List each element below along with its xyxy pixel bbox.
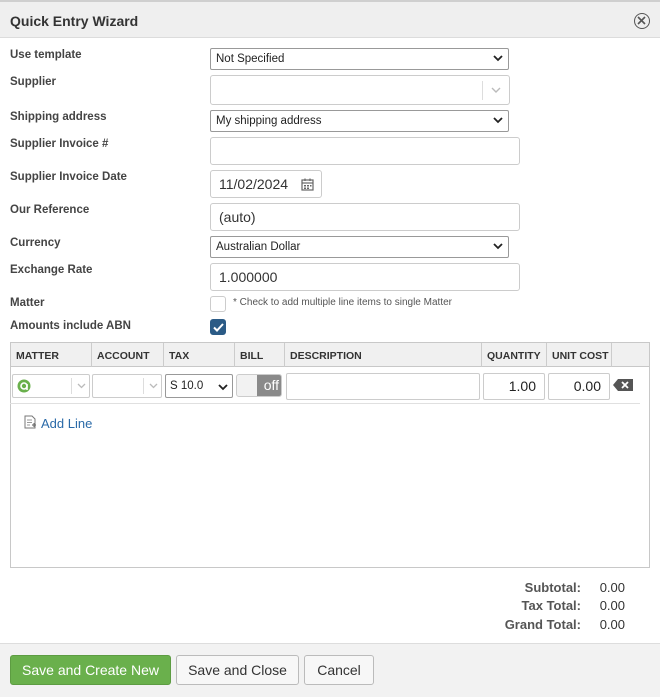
- add-line-button[interactable]: Add Line: [24, 415, 92, 434]
- supplier-label: Supplier: [10, 76, 57, 88]
- calendar-icon[interactable]: [301, 178, 314, 191]
- column-header-unit-cost: UNIT COST: [547, 343, 612, 367]
- use-template-label: Use template: [10, 49, 82, 61]
- close-icon[interactable]: [634, 13, 650, 29]
- column-header-actions: [612, 343, 649, 367]
- combobox-divider: [143, 378, 144, 394]
- add-line-label: Add Line: [41, 416, 93, 431]
- shipping-address-select[interactable]: My shipping address: [210, 110, 509, 132]
- bill-toggle-state: off: [263, 377, 279, 393]
- matter-hint: * Check to add multiple line items to si…: [233, 297, 452, 308]
- currency-label: Currency: [10, 237, 61, 249]
- save-and-close-button[interactable]: Save and Close: [176, 655, 299, 685]
- tax-total-label: Tax Total:: [521, 598, 581, 613]
- use-template-select[interactable]: Not Specified: [210, 48, 509, 70]
- column-header-account: ACCOUNT: [92, 343, 164, 367]
- dialog-titlebar: Quick Entry Wizard: [0, 0, 660, 38]
- our-reference-label: Our Reference: [10, 204, 90, 216]
- matter-logo-icon: [17, 379, 31, 393]
- cancel-button[interactable]: Cancel: [304, 655, 374, 685]
- grand-total-value: 0.00: [599, 617, 625, 632]
- supplier-invoice-date-input[interactable]: 11/02/2024: [210, 170, 322, 198]
- column-header-description: DESCRIPTION: [285, 343, 482, 367]
- grid-header: MATTER ACCOUNT TAX BILL DESCRIPTION QUAN…: [11, 343, 649, 367]
- currency-select[interactable]: Australian Dollar: [210, 236, 509, 258]
- chevron-down-icon[interactable]: [77, 383, 86, 389]
- unit-cost-input[interactable]: 0.00: [548, 373, 610, 400]
- supplier-combobox[interactable]: [210, 75, 510, 105]
- our-reference-input[interactable]: (auto): [210, 203, 520, 231]
- chevron-down-icon[interactable]: [149, 383, 158, 389]
- save-and-create-new-button[interactable]: Save and Create New: [10, 655, 171, 685]
- amounts-include-abn-label: Amounts include ABN: [10, 320, 131, 332]
- bill-toggle[interactable]: off: [236, 374, 282, 397]
- combobox-divider: [482, 81, 483, 100]
- column-header-bill: BILL: [235, 343, 285, 367]
- column-header-matter: MATTER: [11, 343, 92, 367]
- chevron-down-icon[interactable]: [491, 87, 501, 94]
- supplier-invoice-date-value: 11/02/2024: [219, 176, 289, 192]
- tax-select[interactable]: S 10.0: [165, 374, 233, 398]
- subtotal-label: Subtotal:: [524, 580, 581, 595]
- combobox-divider: [71, 378, 72, 394]
- checkmark-icon: [213, 323, 224, 332]
- chevron-down-icon: [493, 243, 503, 250]
- delete-row-icon[interactable]: [612, 378, 634, 392]
- dialog-title: Quick Entry Wizard: [10, 13, 139, 29]
- account-combobox[interactable]: [92, 374, 162, 398]
- add-document-icon: [24, 415, 36, 429]
- dialog-footer: Save and Create New Save and Close Cance…: [0, 643, 660, 697]
- amounts-include-abn-checkbox[interactable]: [210, 319, 226, 335]
- exchange-rate-input[interactable]: 1.000000: [210, 263, 520, 291]
- column-header-quantity: QUANTITY: [482, 343, 547, 367]
- chevron-down-icon: [493, 117, 503, 124]
- use-template-value: Not Specified: [216, 53, 285, 65]
- shipping-address-value: My shipping address: [216, 115, 322, 127]
- grand-total-label: Grand Total:: [504, 617, 581, 632]
- tax-total-value: 0.00: [599, 598, 625, 613]
- matter-combobox[interactable]: [12, 374, 90, 398]
- exchange-rate-label: Exchange Rate: [10, 264, 93, 276]
- chevron-down-icon: [218, 384, 228, 391]
- shipping-address-label: Shipping address: [10, 111, 107, 123]
- tax-value: S 10.0: [170, 380, 204, 392]
- supplier-invoice-date-label: Supplier Invoice Date: [10, 171, 127, 183]
- currency-value: Australian Dollar: [216, 241, 301, 253]
- subtotal-value: 0.00: [599, 580, 625, 595]
- matter-label: Matter: [10, 297, 45, 309]
- chevron-down-icon: [493, 55, 503, 62]
- supplier-invoice-no-input[interactable]: [210, 137, 520, 165]
- column-header-tax: TAX: [164, 343, 235, 367]
- quantity-input[interactable]: 1.00: [483, 373, 545, 400]
- description-input[interactable]: [286, 373, 480, 400]
- matter-checkbox[interactable]: [210, 296, 226, 312]
- row-divider: [10, 403, 640, 404]
- supplier-invoice-no-label: Supplier Invoice #: [10, 138, 109, 150]
